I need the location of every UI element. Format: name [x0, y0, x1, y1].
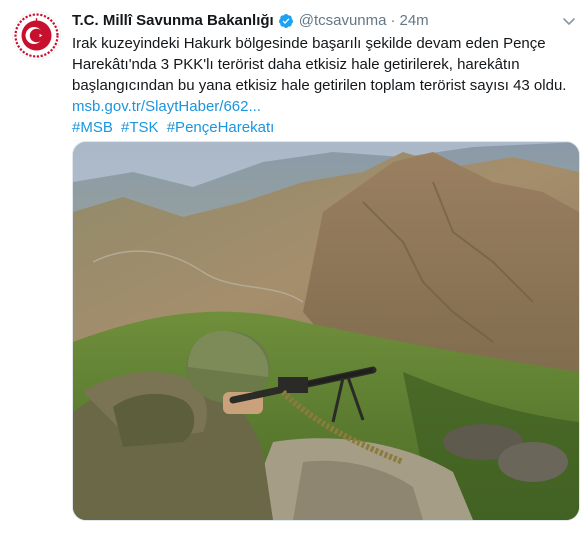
verified-badge-icon — [278, 14, 293, 28]
hashtag-list: #MSB #TSK #PençeHarekatı — [72, 117, 577, 138]
tweet-text: Irak kuzeyindeki Hakurk bölgesinde başar… — [72, 33, 577, 138]
tweet-text-line: Irak kuzeyindeki Hakurk bölgesinde başar… — [72, 35, 546, 52]
chevron-down-icon[interactable] — [561, 13, 577, 29]
hashtag-pence-harekati[interactable]: #PençeHarekatı — [167, 119, 275, 136]
tweet-photo[interactable] — [72, 141, 580, 521]
soldier-mountain-photo — [73, 142, 579, 520]
timestamp[interactable]: 24m — [399, 11, 428, 31]
tweet-text-line: Harekâtı'nda 3 PKK'lı terörist daha etki… — [72, 56, 520, 73]
hashtag-tsk[interactable]: #TSK — [121, 119, 159, 136]
tweet-header: T.C. Millî Savunma Bakanlığı @tcsavunma … — [72, 11, 576, 31]
separator-dot: · — [390, 12, 396, 29]
tweet-text-line: başlangıcından bu yana etkisiz hale geti… — [72, 77, 567, 94]
display-name[interactable]: T.C. Millî Savunma Bakanlığı — [72, 11, 274, 31]
hashtag-msb[interactable]: #MSB — [72, 119, 113, 136]
avatar[interactable] — [12, 11, 61, 60]
user-handle[interactable]: @tcsavunma — [299, 11, 387, 31]
ministry-emblem-icon — [12, 11, 61, 60]
tweet-card[interactable]: T.C. Millî Savunma Bakanlığı @tcsavunma … — [0, 0, 588, 533]
article-link[interactable]: msb.gov.tr/SlaytHaber/662... — [72, 98, 261, 115]
